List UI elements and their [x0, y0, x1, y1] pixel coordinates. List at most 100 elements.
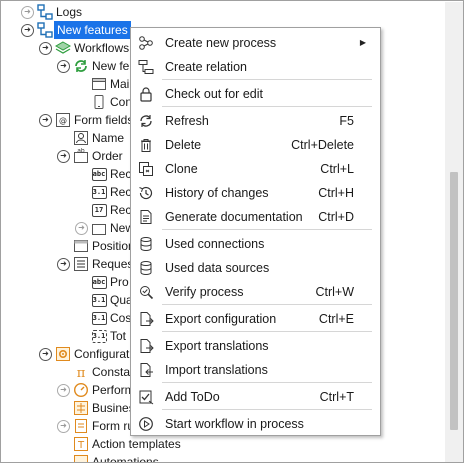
tree-item-form-rules[interactable]: ➜ Form ru	[57, 417, 134, 435]
export-icon	[137, 310, 155, 328]
menu-item-verify-process[interactable]: Verify process Ctrl+W	[132, 280, 379, 303]
create-relation-icon	[137, 58, 155, 76]
database-icon	[137, 235, 155, 253]
menu-item-delete[interactable]: Delete Ctrl+Delete	[132, 133, 379, 156]
collapse-icon[interactable]: ➜	[21, 23, 34, 37]
tree-item-order[interactable]: ➜ ab Order	[57, 147, 123, 165]
collapse-icon[interactable]: ➜	[39, 41, 52, 55]
menu-item-export-translations[interactable]: Export translations	[132, 334, 379, 357]
collapse-icon[interactable]: ➜	[57, 59, 70, 73]
calculated-number-icon: 3.1	[91, 328, 107, 344]
import-icon	[137, 361, 155, 379]
tree-item-rec-number[interactable]: 3.1 Rec	[75, 183, 131, 201]
number-type-icon: 3.1	[91, 292, 107, 308]
menu-separator	[162, 331, 372, 332]
vertical-scrollbar[interactable]	[445, 2, 463, 462]
play-icon	[137, 415, 155, 433]
tree-item-name[interactable]: Name	[57, 129, 124, 147]
tree-item-label: Perform	[92, 383, 135, 397]
tree-item-cos[interactable]: 3.1 Cos	[75, 309, 131, 327]
tree-item-workflow[interactable]: ➜ New fe	[57, 57, 129, 75]
menu-item-used-connections[interactable]: Used connections	[132, 232, 379, 255]
menu-item-create-new-process[interactable]: Create new process ▶	[132, 31, 379, 54]
tree-item-performance[interactable]: ➜ Perform	[57, 381, 135, 399]
tree-item-label: Workflows	[74, 41, 130, 55]
tree-item-main-form[interactable]: Mai	[75, 75, 129, 93]
tree-item-label: Cos	[110, 311, 132, 325]
menu-item-used-data-sources[interactable]: Used data sources	[132, 256, 379, 279]
menu-separator	[162, 79, 372, 80]
form-rules-icon	[73, 418, 89, 434]
scrollbar-thumb[interactable]	[450, 172, 458, 430]
tree-item-pro[interactable]: abc Pro	[75, 273, 129, 291]
expand-icon[interactable]: ➜	[75, 221, 88, 235]
mobile-icon	[91, 94, 107, 110]
svg-text:@: @	[59, 116, 67, 125]
clone-icon	[137, 160, 155, 178]
form-window-icon	[91, 76, 107, 92]
tree-item-label: Tot	[110, 329, 127, 343]
document-icon	[137, 208, 155, 226]
tree-item-new[interactable]: ➜ New	[75, 219, 134, 237]
menu-item-generate-documentation[interactable]: Generate documentation Ctrl+D	[132, 205, 379, 228]
tree-item-label: Action templates	[92, 437, 181, 451]
collapse-icon[interactable]: ➜	[57, 149, 70, 163]
user-icon	[73, 130, 89, 146]
tree-item-action-templates[interactable]: T Action templates	[57, 435, 181, 453]
tree-item-workflows[interactable]: ➜ Workflows	[39, 39, 129, 57]
tree-item-tot[interactable]: 3.1 Tot	[75, 327, 126, 345]
menu-item-clone[interactable]: Clone Ctrl+L	[132, 157, 379, 180]
tree-item-label: Mai	[110, 77, 130, 91]
collapse-icon[interactable]: ➜	[57, 257, 70, 271]
tree-item-rec-date[interactable]: 17 Rec	[75, 201, 131, 219]
tree-item-mobile-form[interactable]: Con	[75, 93, 132, 111]
gear-icon	[55, 346, 71, 362]
tree-item-label: Rec	[110, 203, 132, 217]
menu-item-check-out-for-edit[interactable]: Check out for edit	[132, 82, 379, 105]
text-field-icon: ab	[73, 148, 89, 164]
history-icon	[137, 184, 155, 202]
lock-icon	[137, 85, 155, 103]
automation-icon	[73, 454, 89, 462]
tree-item-reques[interactable]: ➜ Reques	[57, 255, 133, 273]
tree-item-label: Form fields	[74, 113, 134, 127]
process-tree-panel: ➜ Logs ➜ New features ➜ Workflows ➜ New …	[0, 0, 464, 463]
menu-item-add-todo[interactable]: Add ToDo Ctrl+T	[132, 385, 379, 408]
business-rules-icon	[73, 400, 89, 416]
tree-item-qua[interactable]: 3.1 Qua	[75, 291, 133, 309]
expand-icon[interactable]: ➜	[21, 5, 34, 19]
tree-item-label: New fe	[92, 59, 130, 73]
menu-item-history-of-changes[interactable]: History of changes Ctrl+H	[132, 181, 379, 204]
todo-icon	[137, 388, 155, 406]
tree-item-new-features[interactable]: ➜ New features	[21, 21, 131, 39]
tree-item-form-fields[interactable]: ➜ @ Form fields	[39, 111, 133, 129]
tree-item-label: Form ru	[92, 419, 134, 433]
workflow-cycle-icon	[73, 58, 89, 74]
menu-item-start-workflow-in-process[interactable]: Start workflow in process	[132, 412, 379, 435]
text-field-icon	[91, 220, 107, 236]
tree-item-automations[interactable]: Automations	[57, 453, 159, 462]
refresh-icon	[137, 112, 155, 130]
tree-item-constants[interactable]: π Consta	[57, 363, 130, 381]
menu-separator	[162, 304, 372, 305]
menu-separator	[162, 229, 372, 230]
tree-item-label: New features	[54, 21, 131, 39]
menu-item-export-configuration[interactable]: Export configuration Ctrl+E	[132, 307, 379, 330]
tree-item-business[interactable]: Busines	[57, 399, 135, 417]
template-icon: T	[73, 436, 89, 452]
menu-item-import-translations[interactable]: Import translations	[132, 358, 379, 381]
tree-item-rec-text[interactable]: abc Rec	[75, 165, 131, 183]
menu-item-refresh[interactable]: Refresh F5	[132, 109, 379, 132]
tree-item-logs[interactable]: ➜ Logs	[21, 3, 82, 21]
collapse-icon[interactable]: ➜	[39, 113, 52, 127]
date-type-icon: 17	[91, 202, 107, 218]
menu-item-create-relation[interactable]: Create relation	[132, 55, 379, 78]
tree-item-position[interactable]: Position	[57, 237, 135, 255]
collapse-icon[interactable]: ➜	[39, 347, 52, 361]
expand-icon[interactable]: ➜	[57, 383, 70, 397]
process-icon	[37, 4, 53, 20]
expand-icon[interactable]: ➜	[57, 419, 70, 433]
create-process-icon	[137, 34, 155, 52]
submenu-arrow-icon: ▶	[359, 38, 366, 47]
item-list-icon	[73, 256, 89, 272]
